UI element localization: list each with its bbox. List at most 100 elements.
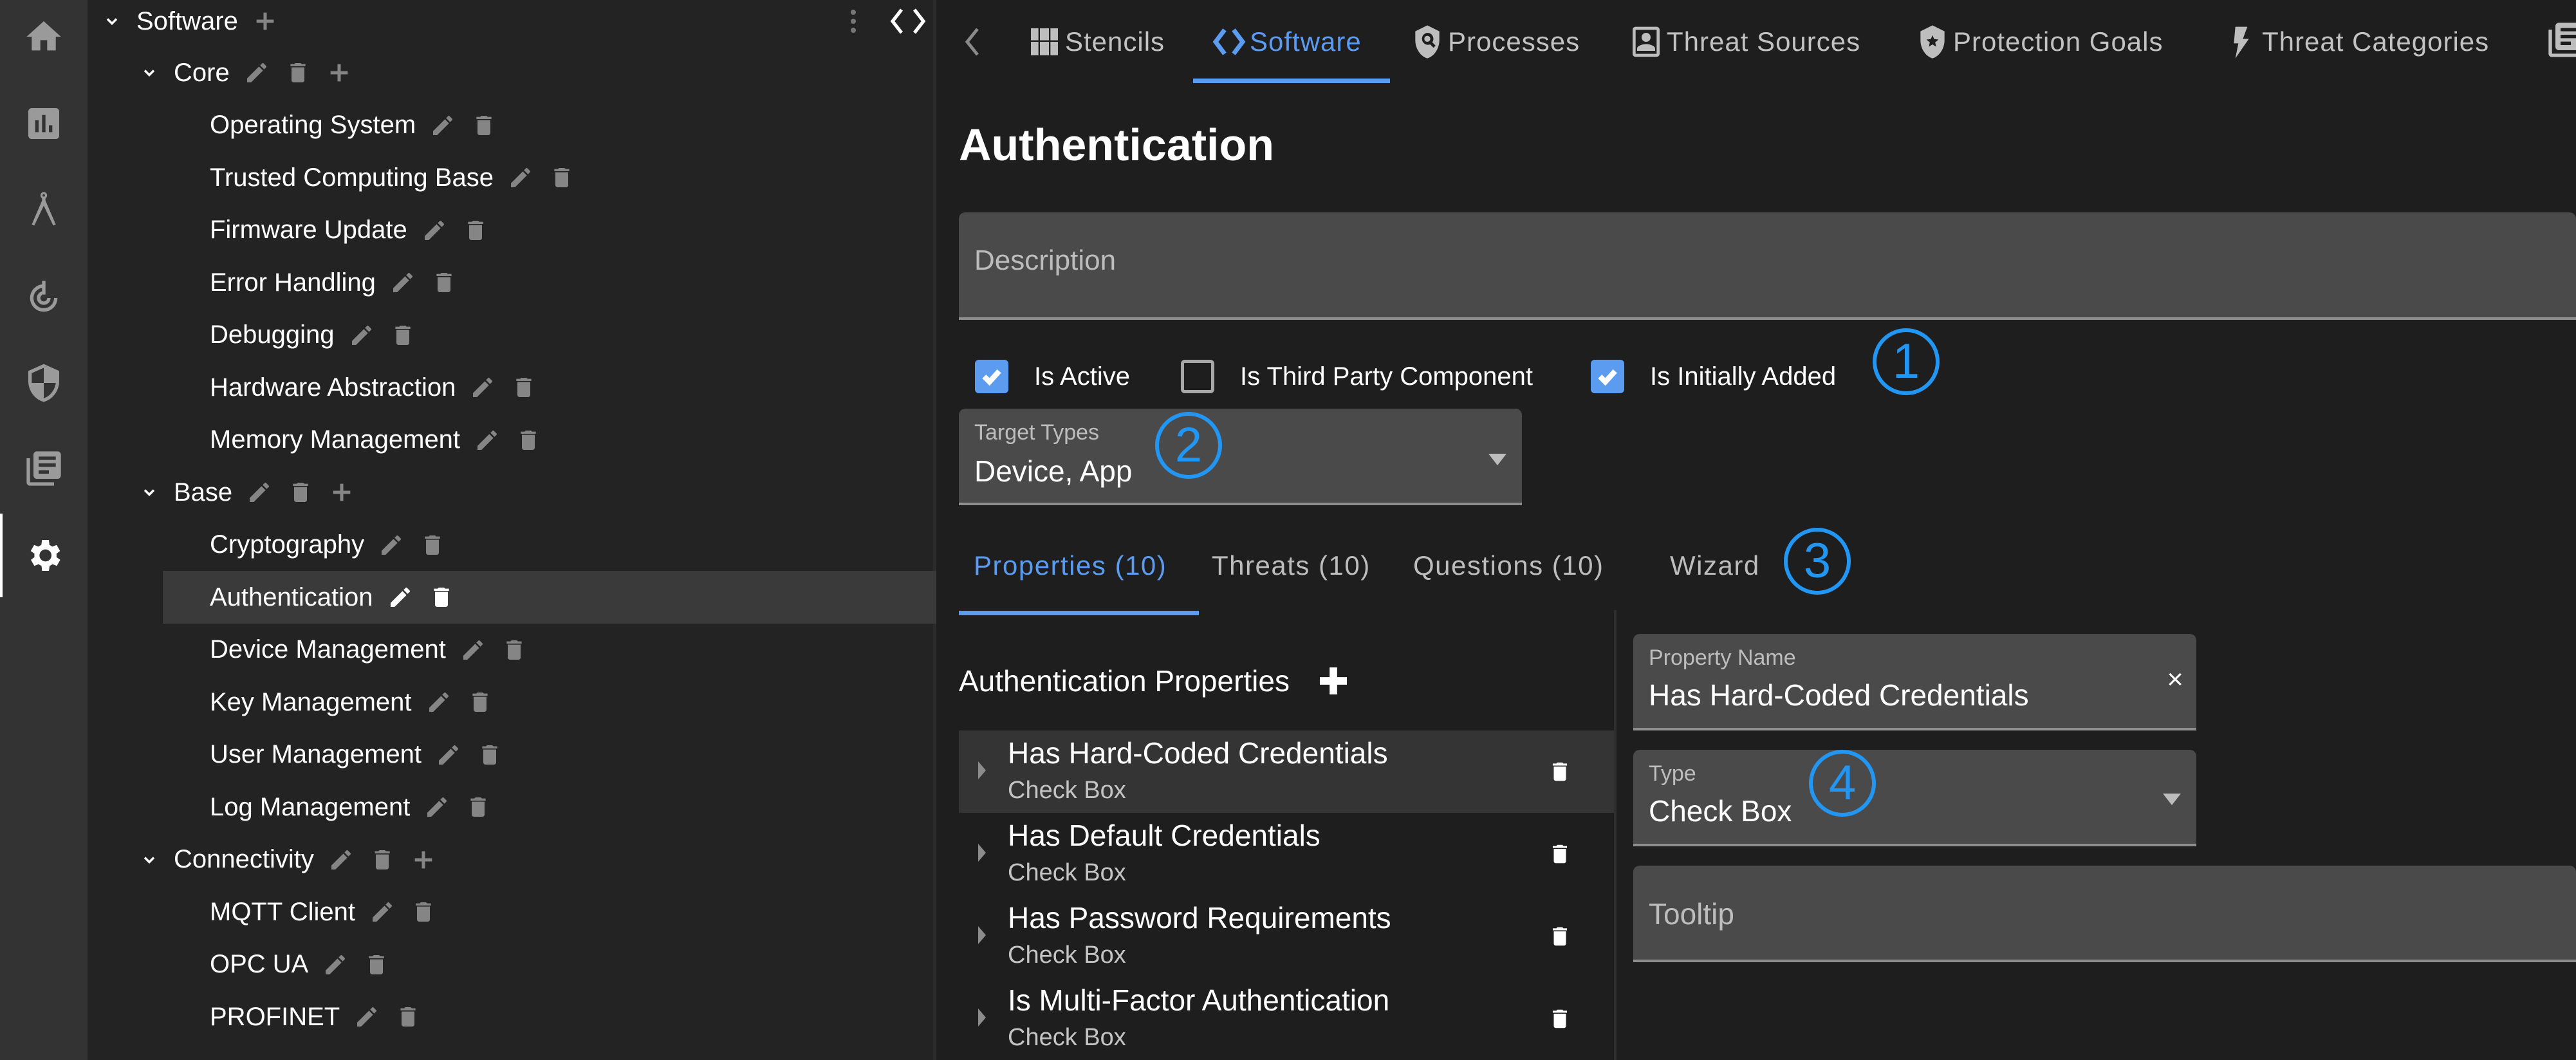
tree-item[interactable]: Cryptography: [163, 519, 936, 572]
sub-tab-wizard[interactable]: Wizard: [1670, 550, 1760, 589]
tree-item[interactable]: Authentication: [163, 571, 936, 624]
delete-icon[interactable]: [500, 636, 528, 664]
tree-group-base[interactable]: Base: [136, 466, 844, 519]
delete-icon[interactable]: [427, 583, 456, 611]
delete-icon[interactable]: [470, 111, 498, 140]
target-types-select[interactable]: Target Types Device, App: [959, 409, 1522, 505]
edit-icon[interactable]: [386, 583, 414, 611]
clear-icon[interactable]: ×: [2167, 664, 2183, 696]
tree-item[interactable]: Device Management: [163, 624, 936, 676]
edit-icon[interactable]: [459, 636, 487, 664]
delete-icon[interactable]: [286, 478, 315, 507]
edit-icon[interactable]: [377, 531, 405, 559]
add-icon[interactable]: [251, 7, 279, 35]
delete-icon[interactable]: [1548, 841, 1572, 870]
edit-icon[interactable]: [389, 268, 417, 297]
tab-software[interactable]: Software: [1211, 13, 1362, 71]
chevron-down-icon[interactable]: [136, 847, 162, 873]
chevron-down-icon[interactable]: [99, 8, 125, 34]
checkbox-checked-icon[interactable]: [975, 360, 1008, 393]
delete-icon[interactable]: [389, 321, 417, 349]
delete-icon[interactable]: [362, 951, 391, 979]
checkbox-is-active[interactable]: Is Active: [975, 357, 1130, 396]
tree-item[interactable]: Firmware Update: [163, 204, 936, 257]
tree-item[interactable]: OPC UA: [163, 938, 936, 991]
nav-security[interactable]: [0, 348, 88, 418]
add-property-button[interactable]: [1315, 663, 1351, 699]
tree-item[interactable]: MQTT Client: [163, 886, 936, 938]
delete-icon[interactable]: [466, 688, 494, 716]
property-list-item[interactable]: Has Password Requirements Check Box: [959, 895, 1614, 978]
edit-icon[interactable]: [506, 163, 535, 192]
delete-icon[interactable]: [284, 59, 312, 87]
expand-caret-icon[interactable]: [978, 1009, 986, 1027]
nav-catalog[interactable]: [0, 433, 88, 504]
sub-tab-questions[interactable]: Questions (10): [1413, 550, 1604, 589]
delete-icon[interactable]: [1548, 1006, 1572, 1035]
chevron-down-icon[interactable]: [136, 60, 162, 86]
tree-item[interactable]: Key Management: [163, 676, 936, 729]
more-vert-icon[interactable]: [840, 0, 866, 42]
tree-item[interactable]: Trusted Computing Base: [163, 151, 936, 204]
expand-caret-icon[interactable]: [978, 926, 986, 944]
edit-icon[interactable]: [353, 1003, 381, 1031]
tree-item[interactable]: Operating System: [163, 99, 936, 152]
edit-icon[interactable]: [327, 846, 355, 874]
property-list-item[interactable]: Is Multi-Factor Authentication Check Box: [959, 978, 1614, 1060]
sub-tab-threats[interactable]: Threats (10): [1212, 550, 1371, 589]
nav-threats[interactable]: [0, 263, 88, 333]
property-list-item[interactable]: Has Default Credentials Check Box: [959, 813, 1614, 895]
delete-icon[interactable]: [461, 216, 490, 245]
delete-icon[interactable]: [548, 163, 576, 192]
checkbox-is-initially-added[interactable]: Is Initially Added: [1591, 357, 1836, 396]
edit-icon[interactable]: [429, 111, 457, 140]
delete-icon[interactable]: [418, 531, 447, 559]
add-icon[interactable]: [328, 478, 356, 507]
tab-stencils[interactable]: Stencils: [1026, 13, 1165, 71]
description-field[interactable]: Description: [959, 212, 2576, 320]
edit-icon[interactable]: [321, 951, 349, 979]
add-icon[interactable]: [325, 59, 353, 87]
checkbox-checked-icon[interactable]: [1591, 360, 1624, 393]
chevron-down-icon[interactable]: [136, 479, 162, 505]
delete-icon[interactable]: [510, 373, 538, 402]
code-toggle-icon[interactable]: [885, 0, 931, 42]
tree-group-core[interactable]: Core: [136, 46, 844, 99]
expand-caret-icon[interactable]: [978, 761, 986, 779]
tree-item[interactable]: User Management: [163, 729, 936, 781]
delete-icon[interactable]: [368, 846, 396, 874]
nav-dashboard[interactable]: [0, 88, 88, 159]
delete-icon[interactable]: [476, 741, 504, 769]
nav-design[interactable]: [0, 174, 88, 245]
delete-icon[interactable]: [464, 793, 492, 821]
edit-icon[interactable]: [420, 216, 449, 245]
add-icon[interactable]: [409, 846, 438, 874]
edit-icon[interactable]: [473, 426, 501, 454]
delete-icon[interactable]: [430, 268, 458, 297]
checkbox-is-third-party-component[interactable]: Is Third Party Component: [1181, 357, 1533, 396]
tree-item[interactable]: PROFINET: [163, 990, 936, 1043]
expand-caret-icon[interactable]: [978, 844, 986, 862]
edit-icon[interactable]: [468, 373, 497, 402]
edit-icon[interactable]: [245, 478, 273, 507]
tab-processes[interactable]: Processes: [1409, 13, 1580, 71]
checkbox-unchecked-icon[interactable]: [1181, 360, 1214, 393]
tree-group-connectivity[interactable]: Connectivity: [136, 833, 844, 886]
edit-icon[interactable]: [243, 59, 271, 87]
tab-protection-goals[interactable]: Protection Goals: [1914, 13, 2164, 71]
tooltip-field[interactable]: Tooltip: [1633, 866, 2576, 962]
tree-item[interactable]: Debugging: [163, 309, 936, 362]
edit-icon[interactable]: [434, 741, 463, 769]
property-type-select[interactable]: Type Check Box: [1633, 750, 2196, 846]
delete-icon[interactable]: [1548, 759, 1572, 788]
edit-icon[interactable]: [423, 793, 451, 821]
nav-home[interactable]: [0, 1, 88, 72]
nav-settings[interactable]: [0, 520, 88, 591]
property-name-field[interactable]: Property Name Has Hard-Coded Credentials…: [1633, 634, 2196, 730]
delete-icon[interactable]: [409, 898, 438, 926]
tab-overflow-catalog[interactable]: [2545, 19, 2576, 60]
delete-icon[interactable]: [514, 426, 542, 454]
tree-root-software[interactable]: Software: [99, 0, 357, 42]
property-list-item[interactable]: Has Hard-Coded Credentials Check Box: [959, 730, 1614, 813]
delete-icon[interactable]: [1548, 924, 1572, 953]
